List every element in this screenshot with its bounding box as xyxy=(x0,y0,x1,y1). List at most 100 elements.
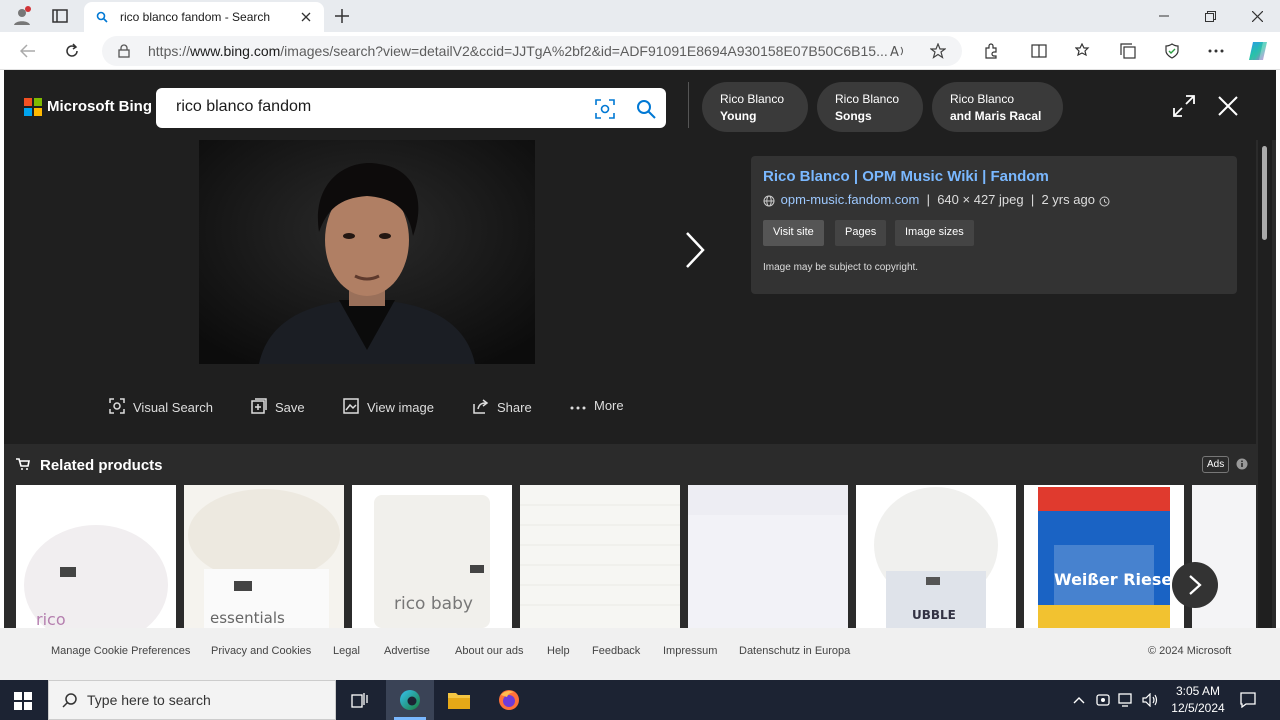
taskbar-search[interactable]: Type here to search xyxy=(48,680,336,720)
new-tab-icon[interactable] xyxy=(330,4,354,28)
close-overlay-icon[interactable] xyxy=(1216,94,1240,118)
show-hidden-icons-icon[interactable] xyxy=(1070,690,1088,710)
share-button[interactable]: Share xyxy=(473,398,532,417)
product-label: rico baby xyxy=(394,594,473,614)
read-aloud-icon[interactable]: A xyxy=(888,41,908,61)
save-button[interactable]: Save xyxy=(251,398,305,417)
taskbar: Type here to search 3:05 AM 12/5/2024 xyxy=(0,680,1280,720)
view-image-button[interactable]: View image xyxy=(343,398,434,417)
view-image-icon xyxy=(343,398,359,417)
image-age: 2 yrs ago xyxy=(1041,192,1095,207)
search-box[interactable]: rico blanco fandom xyxy=(156,88,666,128)
tab-active[interactable]: rico blanco fandom - Search xyxy=(84,2,324,32)
search-icon xyxy=(61,691,79,709)
task-view-icon[interactable] xyxy=(348,688,372,712)
footer-link[interactable]: About our ads xyxy=(455,645,524,657)
save-icon xyxy=(251,398,267,417)
back-icon[interactable] xyxy=(16,39,40,63)
volume-icon[interactable] xyxy=(1141,690,1159,710)
minimize-icon[interactable] xyxy=(1152,4,1176,28)
source-title-link[interactable]: Rico Blanco | OPM Music Wiki | Fandom xyxy=(763,168,1049,185)
file-explorer-icon[interactable] xyxy=(446,688,472,712)
footer-copyright: © 2024 Microsoft xyxy=(1148,645,1232,657)
source-domain[interactable]: opm-music.fandom.com xyxy=(781,192,920,207)
more-button[interactable]: More xyxy=(570,398,624,413)
clock-time: 3:05 AM xyxy=(1175,684,1221,698)
image-size: 640 × 427 jpeg xyxy=(937,192,1024,207)
more-dots-icon xyxy=(570,398,586,413)
url-text[interactable]: https://www.bing.com/images/search?view=… xyxy=(148,43,888,59)
extensions-icon[interactable] xyxy=(980,40,1002,62)
profile-icon[interactable] xyxy=(10,4,34,28)
scrollbar-thumb[interactable] xyxy=(1262,146,1267,240)
related-chip-maris-racal[interactable]: Rico Blanco and Maris Racal xyxy=(932,82,1063,132)
bing-logo-text[interactable]: Microsoft Bing xyxy=(47,98,152,115)
refresh-icon[interactable] xyxy=(60,39,84,63)
browser-essentials-icon[interactable] xyxy=(1161,40,1183,62)
taskbar-search-placeholder: Type here to search xyxy=(87,692,211,708)
info-icon[interactable] xyxy=(1236,458,1248,473)
globe-icon xyxy=(763,195,777,207)
visit-site-button[interactable]: Visit site xyxy=(763,220,824,246)
windows-start-icon[interactable] xyxy=(12,690,34,712)
address-bar[interactable]: https://www.bing.com/images/search?view=… xyxy=(102,36,962,66)
next-products-icon[interactable] xyxy=(1172,562,1218,608)
cart-icon xyxy=(16,457,30,474)
visual-search-icon[interactable] xyxy=(594,98,616,120)
restore-icon[interactable] xyxy=(1198,4,1222,28)
more-menu-icon[interactable] xyxy=(1205,40,1227,62)
favorites-icon[interactable] xyxy=(1072,40,1094,62)
tab-actions-icon[interactable] xyxy=(48,4,72,28)
related-products-heading: Related products xyxy=(16,457,163,474)
expand-icon[interactable] xyxy=(1172,94,1196,118)
footer-link[interactable]: Privacy and Cookies xyxy=(211,645,311,657)
favorite-star-icon[interactable] xyxy=(928,41,948,61)
product-card[interactable]: UBBLE xyxy=(856,485,1016,628)
close-window-icon[interactable] xyxy=(1245,4,1269,28)
footer-link[interactable]: Advertise xyxy=(384,645,430,657)
view-image-label: View image xyxy=(367,400,434,415)
pages-button[interactable]: Pages xyxy=(835,220,887,246)
search-icon[interactable] xyxy=(634,97,658,121)
separator: | xyxy=(1027,192,1038,207)
lock-icon[interactable] xyxy=(116,43,132,59)
scrollbar-track[interactable] xyxy=(1258,140,1272,628)
product-card[interactable]: rico baby xyxy=(352,485,512,628)
footer-link[interactable]: Impressum xyxy=(663,645,717,657)
product-card[interactable] xyxy=(688,485,848,628)
split-screen-icon[interactable] xyxy=(1028,40,1050,62)
network-icon[interactable] xyxy=(1117,690,1135,710)
firefox-icon[interactable] xyxy=(496,688,522,712)
related-chip-songs[interactable]: Rico Blanco Songs xyxy=(817,82,923,132)
footer-link[interactable]: Legal xyxy=(333,645,360,657)
product-card[interactable] xyxy=(520,485,680,628)
visual-search-icon xyxy=(109,398,125,417)
visual-search-button[interactable]: Visual Search xyxy=(109,398,213,417)
search-input[interactable]: rico blanco fandom xyxy=(176,98,311,116)
related-chip-young[interactable]: Rico Blanco Young xyxy=(702,82,808,132)
product-card[interactable]: essentials xyxy=(184,485,344,628)
visual-search-label: Visual Search xyxy=(133,400,213,415)
footer-link[interactable]: Manage Cookie Preferences xyxy=(51,645,190,657)
product-card[interactable]: rico xyxy=(16,485,176,628)
close-tab-icon[interactable] xyxy=(298,9,314,25)
copilot-icon[interactable] xyxy=(1246,39,1270,63)
ads-badge[interactable]: Ads xyxy=(1202,456,1230,473)
product-card[interactable]: Weißer Riese xyxy=(1024,485,1184,628)
overlay-header: Microsoft Bing rico blanco fandom Rico B… xyxy=(4,70,1276,140)
next-image-icon[interactable] xyxy=(680,230,710,270)
address-bar-row: https://www.bing.com/images/search?view=… xyxy=(0,32,1280,70)
image-meta: opm-music.fandom.com | 640 × 427 jpeg | … xyxy=(763,192,1113,207)
clock[interactable]: 3:05 AM 12/5/2024 xyxy=(1164,683,1232,717)
collections-icon[interactable] xyxy=(1117,40,1139,62)
footer-link[interactable]: Feedback xyxy=(592,645,640,657)
footer-link[interactable]: Help xyxy=(547,645,570,657)
main-image[interactable] xyxy=(199,140,535,364)
image-sizes-button[interactable]: Image sizes xyxy=(895,220,974,246)
meet-now-icon[interactable] xyxy=(1094,690,1112,710)
taskbar-edge[interactable] xyxy=(386,680,434,720)
notifications-icon[interactable] xyxy=(1238,690,1258,710)
svg-text:A: A xyxy=(890,45,899,58)
share-icon xyxy=(473,398,489,417)
footer-link[interactable]: Datenschutz in Europa xyxy=(739,645,850,657)
